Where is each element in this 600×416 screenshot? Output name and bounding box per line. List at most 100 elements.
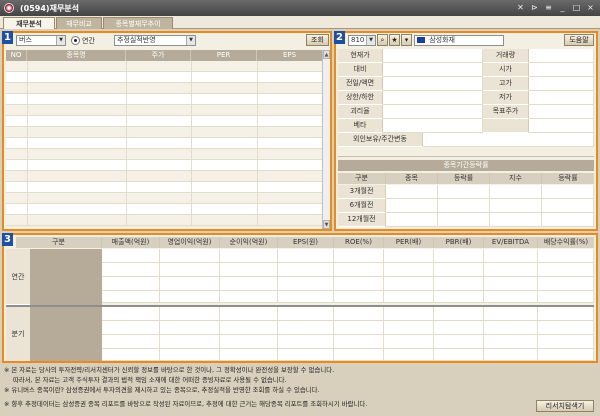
search-icon[interactable]: ⌕	[377, 34, 388, 46]
stock-list-row[interactable]	[6, 215, 322, 226]
financial-value-cell	[220, 263, 278, 277]
stock-list-row[interactable]	[6, 105, 322, 116]
stock-list-header: NO 종목명 주가 PER EPS	[6, 50, 322, 61]
stock-list-row[interactable]	[6, 116, 322, 127]
stock-list-row[interactable]	[6, 171, 322, 182]
financial-value-cell	[102, 263, 160, 277]
financial-value-cell	[384, 349, 434, 361]
financial-value-cell	[160, 335, 220, 349]
tab-financial-compare[interactable]: 재무비교	[56, 17, 102, 29]
stock-list-row[interactable]	[6, 204, 322, 215]
stock-list-row[interactable]	[6, 149, 322, 160]
tab-financial-trend[interactable]: 종목별재무추이	[103, 17, 173, 29]
period-value-cell	[490, 185, 542, 199]
basis-select[interactable]: 추정실적반영 ▼	[114, 35, 196, 46]
period-col-stock: 종목	[386, 173, 438, 184]
stock-list-row[interactable]	[6, 127, 322, 138]
value-beta	[383, 119, 483, 133]
financial-value-cell	[384, 321, 434, 335]
panel-number-1: 1	[2, 31, 13, 44]
stock-list-row[interactable]	[6, 138, 322, 149]
financial-value-cell	[102, 335, 160, 349]
minimize-icon[interactable]: _	[557, 2, 568, 13]
financial-value-cell	[538, 263, 594, 277]
tab-financial-analysis[interactable]: 재무분석	[3, 17, 55, 29]
pin-icon[interactable]: ✕	[515, 2, 526, 13]
help-button[interactable]: 도움말	[564, 34, 594, 46]
stock-list-scrollbar[interactable]: ▲ ▼	[322, 50, 330, 229]
stock-list-row[interactable]	[6, 61, 322, 72]
panel-number-2: 2	[334, 31, 345, 44]
financial-value-cell	[484, 321, 538, 335]
period-col-index: 지수	[490, 173, 542, 184]
value-target-price	[529, 105, 594, 119]
stock-code-input[interactable]: 810 ▼	[348, 35, 376, 46]
financial-value-cell	[220, 349, 278, 361]
title-bar: (0594)재무분석 ✕ ⊳ ≡ _ □ ×	[0, 0, 600, 16]
label-change: 대비	[338, 63, 383, 77]
value-volume	[529, 49, 594, 63]
stock-name-value: 삼성화재	[429, 36, 455, 44]
financial-value-cell	[434, 249, 484, 263]
financial-value-cell	[384, 277, 434, 291]
financial-value-cell	[484, 249, 538, 263]
maximize-icon[interactable]: □	[571, 2, 582, 13]
basis-select-value: 추정실적반영	[117, 36, 156, 44]
stock-list-row[interactable]	[6, 94, 322, 105]
annual-radio-label: 연간	[82, 37, 95, 45]
annual-radio[interactable]	[71, 36, 80, 45]
financial-value-cell	[384, 307, 434, 321]
stock-list-row[interactable]	[6, 72, 322, 83]
financial-value-cell	[384, 335, 434, 349]
label-target-price: 목표주가	[483, 105, 529, 119]
label-disparity: 괴리율	[338, 105, 383, 119]
financial-value-cell	[334, 349, 384, 361]
query-button[interactable]: 조회	[306, 34, 329, 46]
scroll-up-icon[interactable]: ▲	[323, 50, 330, 59]
fin-col-eps: EPS(원)	[278, 237, 334, 248]
link-icon[interactable]: ⊳	[529, 2, 540, 13]
label-foreign-holding: 외인보유/주간변동	[338, 133, 423, 147]
financial-value-cell	[384, 249, 434, 263]
category-select[interactable]: 버스 ▼	[16, 35, 66, 46]
value-disparity	[383, 105, 483, 119]
chevron-down-icon[interactable]: ▾	[401, 34, 412, 46]
financial-value-cell	[434, 349, 484, 361]
research-explorer-button[interactable]: 리서치탐색기	[536, 400, 594, 412]
financial-value-cell	[538, 335, 594, 349]
col-stock-name: 종목명	[27, 50, 126, 61]
financial-value-cell	[278, 307, 334, 321]
row-group-quarterly: 분기	[6, 307, 30, 361]
stock-list-row[interactable]	[6, 160, 322, 171]
financial-value-cell	[160, 249, 220, 263]
category-select-value: 버스	[19, 36, 32, 44]
scroll-down-icon[interactable]: ▼	[323, 220, 330, 229]
financial-value-cell	[538, 349, 594, 361]
financial-value-cell	[160, 263, 220, 277]
financial-value-cell	[434, 291, 484, 303]
financial-summary-header: 구분 매출액(억원) 영업이익(억원) 순이익(억원) EPS(원) ROE(%…	[16, 237, 594, 248]
stock-list-row[interactable]	[6, 182, 322, 193]
fin-col-dividend-yield: 배당수익률(%)	[543, 238, 589, 246]
financial-value-cell	[538, 249, 594, 263]
financial-value-cell	[334, 277, 384, 291]
period-returns-header: 구분 종목 등락률 지수 등락률	[338, 173, 594, 184]
disclaimer-note-1: ※ 본 자료는 당사의 투자전략/리서치센터가 신뢰할 정보를 바탕으로 한 것…	[4, 366, 335, 374]
financial-value-cell	[102, 321, 160, 335]
star-icon[interactable]: ★	[389, 34, 400, 46]
window-title: (0594)재무분석	[20, 4, 80, 13]
menu-icon[interactable]: ≡	[543, 2, 554, 13]
estimate-note: ※ 향후 추정데이터는 삼성증권 종목 리포트를 바탕으로 작성된 자료이므로,…	[4, 400, 368, 408]
stock-list-row[interactable]	[6, 193, 322, 204]
annual-period-labels	[30, 249, 102, 305]
panel-number-3: 3	[2, 233, 13, 246]
stock-list-row[interactable]	[6, 83, 322, 94]
financial-value-cell	[220, 277, 278, 291]
period-value-cell	[386, 185, 438, 199]
financial-value-cell	[384, 291, 434, 303]
period-value-cell	[386, 199, 438, 213]
close-icon[interactable]: ×	[585, 2, 596, 13]
row-group-annual: 연간	[6, 249, 30, 305]
fin-col-ev-ebitda: EV/EBITDA	[484, 237, 538, 248]
financial-value-cell	[434, 307, 484, 321]
